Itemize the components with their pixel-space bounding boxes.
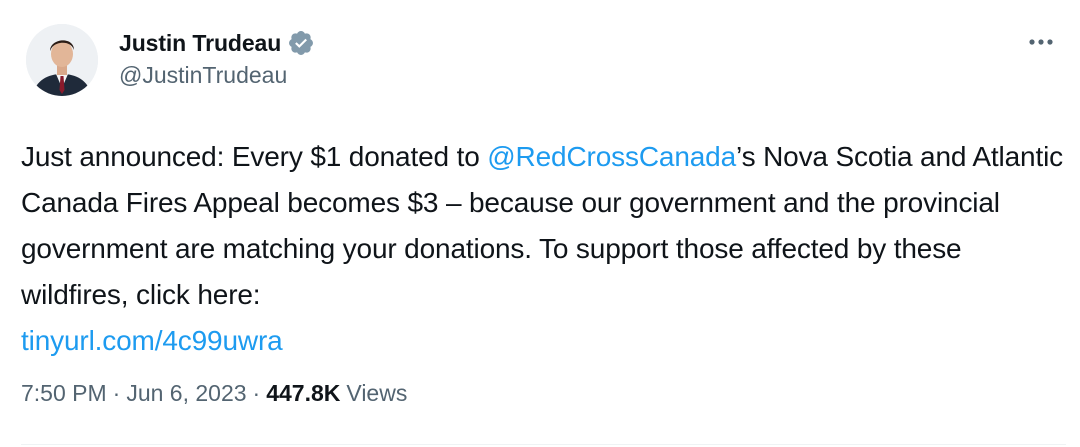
tweet-text: Just announced: Every $1 donated to @Red…: [21, 134, 1066, 364]
divider: [21, 444, 1066, 445]
meta-separator: ·: [112, 380, 121, 406]
meta-separator: ·: [252, 380, 261, 406]
avatar[interactable]: [26, 24, 98, 96]
views-label: Views: [346, 380, 408, 406]
tweet-meta: 7:50 PM · Jun 6, 2023 · 447.8K Views: [21, 380, 407, 407]
mention-link[interactable]: @RedCrossCanada: [487, 141, 736, 172]
user-handle[interactable]: @JustinTrudeau: [119, 62, 287, 89]
display-name[interactable]: Justin Trudeau: [119, 30, 281, 57]
views-count: 447.8K: [266, 380, 341, 406]
tweet-time[interactable]: 7:50 PM: [21, 380, 107, 407]
author-name-row: Justin Trudeau: [119, 26, 315, 60]
tweet-date[interactable]: Jun 6, 2023: [126, 380, 246, 407]
verified-badge-icon: [287, 29, 315, 57]
tweet: Justin Trudeau @JustinTrudeau Just annou…: [0, 0, 1080, 447]
url-link[interactable]: tinyurl.com/4c99uwra: [21, 325, 283, 356]
profile-photo: [26, 24, 98, 96]
more-horizontal-icon[interactable]: [1026, 30, 1056, 54]
tweet-text-start: Just announced: Every $1 donated to: [21, 141, 488, 172]
